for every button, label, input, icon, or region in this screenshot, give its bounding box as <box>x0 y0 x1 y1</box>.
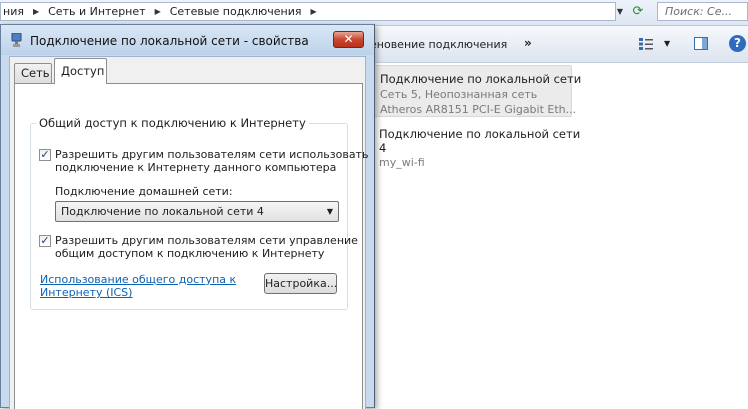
dialog-title: Подключение по локальной сети - свойства <box>30 34 309 48</box>
group-title: Общий доступ к подключению к Интернету <box>36 116 309 130</box>
network-adapter-icon <box>11 33 22 47</box>
ics-help-link[interactable]: Использование общего доступа к Интернету… <box>40 273 236 299</box>
allow-control-label-line2[interactable]: общим доступом к подключению к Интернету <box>55 247 324 260</box>
list-item[interactable]: Подключение по локальной сети 4 my_wi-fi <box>370 123 580 173</box>
connection-name-line2: 4 <box>379 141 387 155</box>
refresh-icon[interactable]: ⟳ <box>628 3 648 20</box>
connection-name: Подключение по локальной сети <box>380 72 582 86</box>
connection-status: Сеть 5, Неопознанная сеть <box>380 88 538 101</box>
chevron-down-icon[interactable]: ▼ <box>664 39 670 48</box>
tab-network[interactable]: Сеть <box>14 63 52 83</box>
connection-name: Подключение по локальной сети <box>379 127 581 141</box>
breadcrumb-item[interactable]: Сетевые подключения <box>168 5 304 18</box>
list-item[interactable]: Подключение по локальной сети Сеть 5, Не… <box>370 65 581 117</box>
settings-button[interactable]: Настройка... <box>264 273 337 294</box>
allow-share-label-line2[interactable]: подключение к Интернету данного компьюте… <box>55 161 336 174</box>
view-options-icon[interactable] <box>639 38 653 50</box>
dialog-titlebar[interactable]: Подключение по локальной сети - свойства… <box>1 25 374 55</box>
preview-pane-icon[interactable] <box>694 37 708 50</box>
chevron-right-icon[interactable]: ▶ <box>303 7 323 16</box>
chevron-right-icon[interactable]: ▶ <box>148 7 168 16</box>
connection-device: Atheros AR8151 PCI-E Gigabit Eth... <box>380 103 577 116</box>
allow-control-label-line1[interactable]: Разрешить другим пользователям сети упра… <box>55 234 358 247</box>
connection-status: my_wi-fi <box>379 156 425 169</box>
ics-link-line2[interactable]: Интернету (ICS) <box>40 286 236 299</box>
sharing-tab-panel: Общий доступ к подключению к Интернету ✓… <box>14 83 368 409</box>
breadcrumb[interactable]: ния ▶ Сеть и Интернет ▶ Сетевые подключе… <box>0 2 616 21</box>
home-network-label: Подключение домашней сети: <box>55 185 233 198</box>
rename-connection-button[interactable]: еновение подключения <box>370 38 507 51</box>
chevron-down-icon[interactable]: ▼ <box>614 3 626 20</box>
address-bar: ния ▶ Сеть и Интернет ▶ Сетевые подключе… <box>0 0 748 26</box>
properties-dialog: Подключение по локальной сети - свойства… <box>0 24 375 409</box>
allow-control-checkbox[interactable]: ✓ <box>39 235 51 247</box>
home-network-value: Подключение по локальной сети 4 <box>61 205 264 218</box>
tab-sharing[interactable]: Доступ <box>54 58 107 84</box>
breadcrumb-item[interactable]: ния <box>1 5 26 18</box>
more-commands-button[interactable]: » <box>524 36 532 50</box>
breadcrumb-item[interactable]: Сеть и Интернет <box>46 5 147 18</box>
search-input[interactable]: Поиск: Се... <box>657 2 748 21</box>
allow-share-label-line1[interactable]: Разрешить другим пользователям сети испо… <box>55 148 368 161</box>
allow-share-checkbox[interactable]: ✓ <box>39 149 51 161</box>
chevron-down-icon: ▼ <box>326 207 333 216</box>
help-icon[interactable]: ? <box>729 35 746 52</box>
ics-link-line1[interactable]: Использование общего доступа к <box>40 273 236 286</box>
chevron-right-icon[interactable]: ▶ <box>26 7 46 16</box>
home-network-select[interactable]: Подключение по локальной сети 4 ▼ <box>55 201 339 222</box>
close-button[interactable]: ✕ <box>333 31 364 48</box>
